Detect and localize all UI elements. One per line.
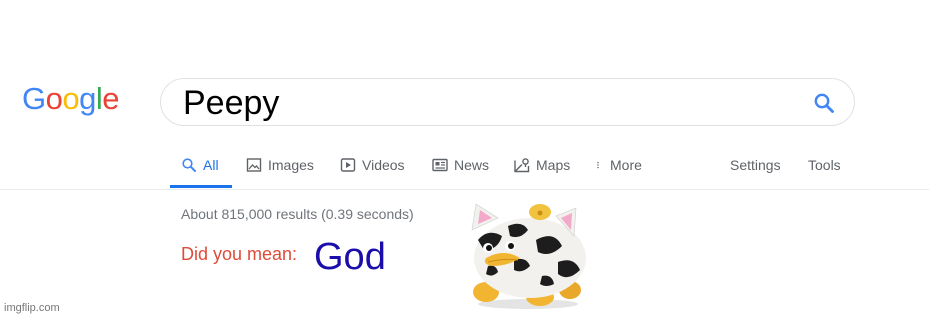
- tools-label: Tools: [808, 157, 841, 173]
- video-icon: [340, 158, 356, 172]
- logo-letter: e: [102, 81, 120, 116]
- result-stats: About 815,000 results (0.39 seconds): [181, 206, 414, 222]
- search-tabs: All Images Videos News Maps More Setting…: [170, 150, 870, 188]
- tab-maps[interactable]: Maps: [514, 150, 570, 188]
- tab-label: News: [454, 157, 490, 173]
- tab-label: All: [203, 157, 219, 173]
- google-logo[interactable]: Google: [22, 81, 120, 116]
- tab-label: More: [610, 157, 642, 173]
- search-icon[interactable]: [812, 91, 836, 115]
- search-input[interactable]: Peepy: [183, 83, 279, 123]
- settings-label: Settings: [730, 157, 781, 173]
- search-results-page: Google Peepy All Images Videos News Maps…: [0, 0, 929, 318]
- tab-label: Maps: [536, 157, 571, 173]
- logo-letter: G: [22, 81, 46, 116]
- search-box[interactable]: Peepy: [160, 78, 855, 126]
- logo-letter: o: [45, 81, 63, 116]
- did-you-mean-label: Did you mean:: [181, 244, 298, 264]
- tab-images[interactable]: Images: [246, 150, 314, 188]
- tab-label: Videos: [362, 157, 405, 173]
- tabs-divider: [0, 189, 929, 190]
- image-icon: [246, 158, 262, 172]
- news-icon: [432, 158, 448, 172]
- did-you-mean-suggestion[interactable]: God: [314, 236, 386, 279]
- tab-all[interactable]: All: [170, 150, 232, 188]
- watermark: imgflip.com: [4, 302, 60, 314]
- tab-videos[interactable]: Videos: [340, 150, 405, 188]
- logo-letter: g: [79, 81, 96, 116]
- tab-more[interactable]: More: [596, 150, 642, 188]
- map-icon: [514, 158, 530, 173]
- tools-link[interactable]: Tools: [808, 150, 841, 188]
- search-icon: [182, 158, 196, 172]
- more-vert-icon: [597, 161, 599, 169]
- tab-label: Images: [268, 157, 314, 173]
- tab-news[interactable]: News: [432, 150, 489, 188]
- logo-letter: o: [62, 81, 80, 116]
- settings-link[interactable]: Settings: [730, 150, 781, 188]
- cow-toy-image: [471, 203, 586, 309]
